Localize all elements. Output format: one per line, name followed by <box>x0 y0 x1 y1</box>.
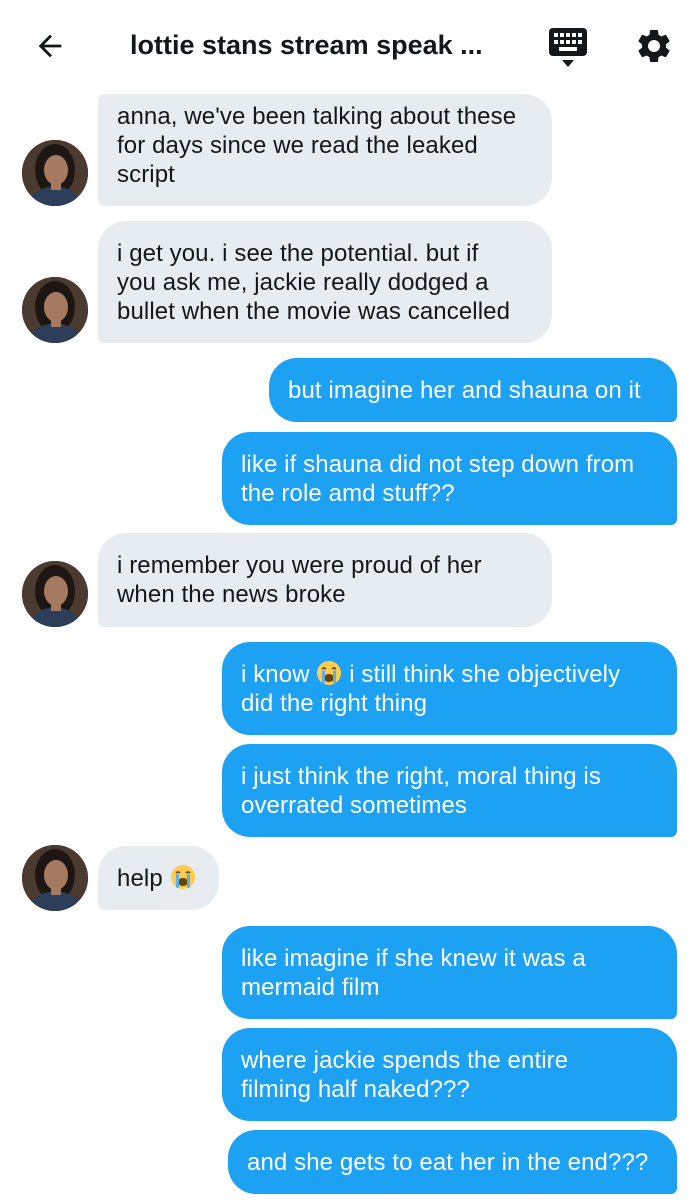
keyboard-icon <box>549 28 587 67</box>
message-text: you ask me, jackie really dodged a <box>117 269 489 296</box>
message-text: the role amd stuff?? <box>241 480 455 507</box>
back-button[interactable] <box>30 26 70 66</box>
message-text: help <box>117 865 163 892</box>
settings-button[interactable] <box>632 24 676 68</box>
gear-icon <box>638 29 670 62</box>
message-text: anna, we've been talking about these <box>117 103 517 130</box>
message-text: i know <box>241 661 310 688</box>
message-text: when the news broke <box>117 581 346 608</box>
avatar[interactable] <box>22 140 88 206</box>
message-bubble-outgoing[interactable]: like imagine if she knew it was a mermai… <box>222 926 677 1019</box>
message-bubble-incoming[interactable]: anna, we've been talking about these for… <box>98 94 552 206</box>
conversation-title[interactable]: lottie stans stream speak ... <box>130 30 500 61</box>
message-bubble-outgoing[interactable]: i just think the right, moral thing is o… <box>222 744 677 837</box>
conversation-header: lottie stans stream speak ... <box>0 0 698 94</box>
message-text: i just think the right, moral thing is <box>241 763 601 790</box>
message-text-line: help <box>117 864 200 893</box>
message-bubble-incoming[interactable]: help <box>98 846 219 910</box>
avatar[interactable] <box>22 845 88 911</box>
message-bubble-outgoing[interactable]: like if shauna did not step down from th… <box>222 432 677 525</box>
message-bubble-outgoing[interactable]: but imagine her and shauna on it <box>269 358 677 422</box>
avatar[interactable] <box>22 561 88 627</box>
message-bubble-outgoing[interactable]: i know i still think she objectively did… <box>222 642 677 735</box>
message-text: i still think she objectively <box>349 661 621 688</box>
message-bubble-incoming[interactable]: i remember you were proud of her when th… <box>98 533 552 627</box>
message-text: like imagine if she knew it was a <box>241 945 586 972</box>
message-text: filming half naked??? <box>241 1076 470 1103</box>
message-text: but imagine her and shauna on it <box>288 377 641 404</box>
message-bubble-incoming[interactable]: i get you. i see the potential. but if y… <box>98 221 552 343</box>
message-text: i remember you were proud of her <box>117 552 482 579</box>
message-text: script <box>117 161 175 188</box>
loudly-crying-face-icon <box>170 865 195 889</box>
arrow-left-icon <box>38 34 62 58</box>
message-text: did the right thing <box>241 690 428 717</box>
loudly-crying-face-icon <box>317 661 342 685</box>
avatar[interactable] <box>22 277 88 343</box>
message-text: like if shauna did not step down from <box>241 451 635 478</box>
message-text: bullet when the movie was cancelled <box>117 298 511 325</box>
message-text: and she gets to eat her in the end??? <box>247 1149 649 1176</box>
message-bubble-outgoing[interactable]: where jackie spends the entire filming h… <box>222 1028 677 1121</box>
message-text: for days since we read the leaked <box>117 132 478 159</box>
keyboard-button[interactable] <box>546 26 590 70</box>
message-text: i get you. i see the potential. but if <box>117 240 479 267</box>
message-text-line: i know i still think she objectively <box>241 660 658 689</box>
message-text: where jackie spends the entire <box>241 1047 569 1074</box>
message-text: mermaid film <box>241 974 380 1001</box>
message-text: overrated sometimes <box>241 792 467 819</box>
message-bubble-outgoing[interactable]: and she gets to eat her in the end??? <box>228 1130 677 1194</box>
